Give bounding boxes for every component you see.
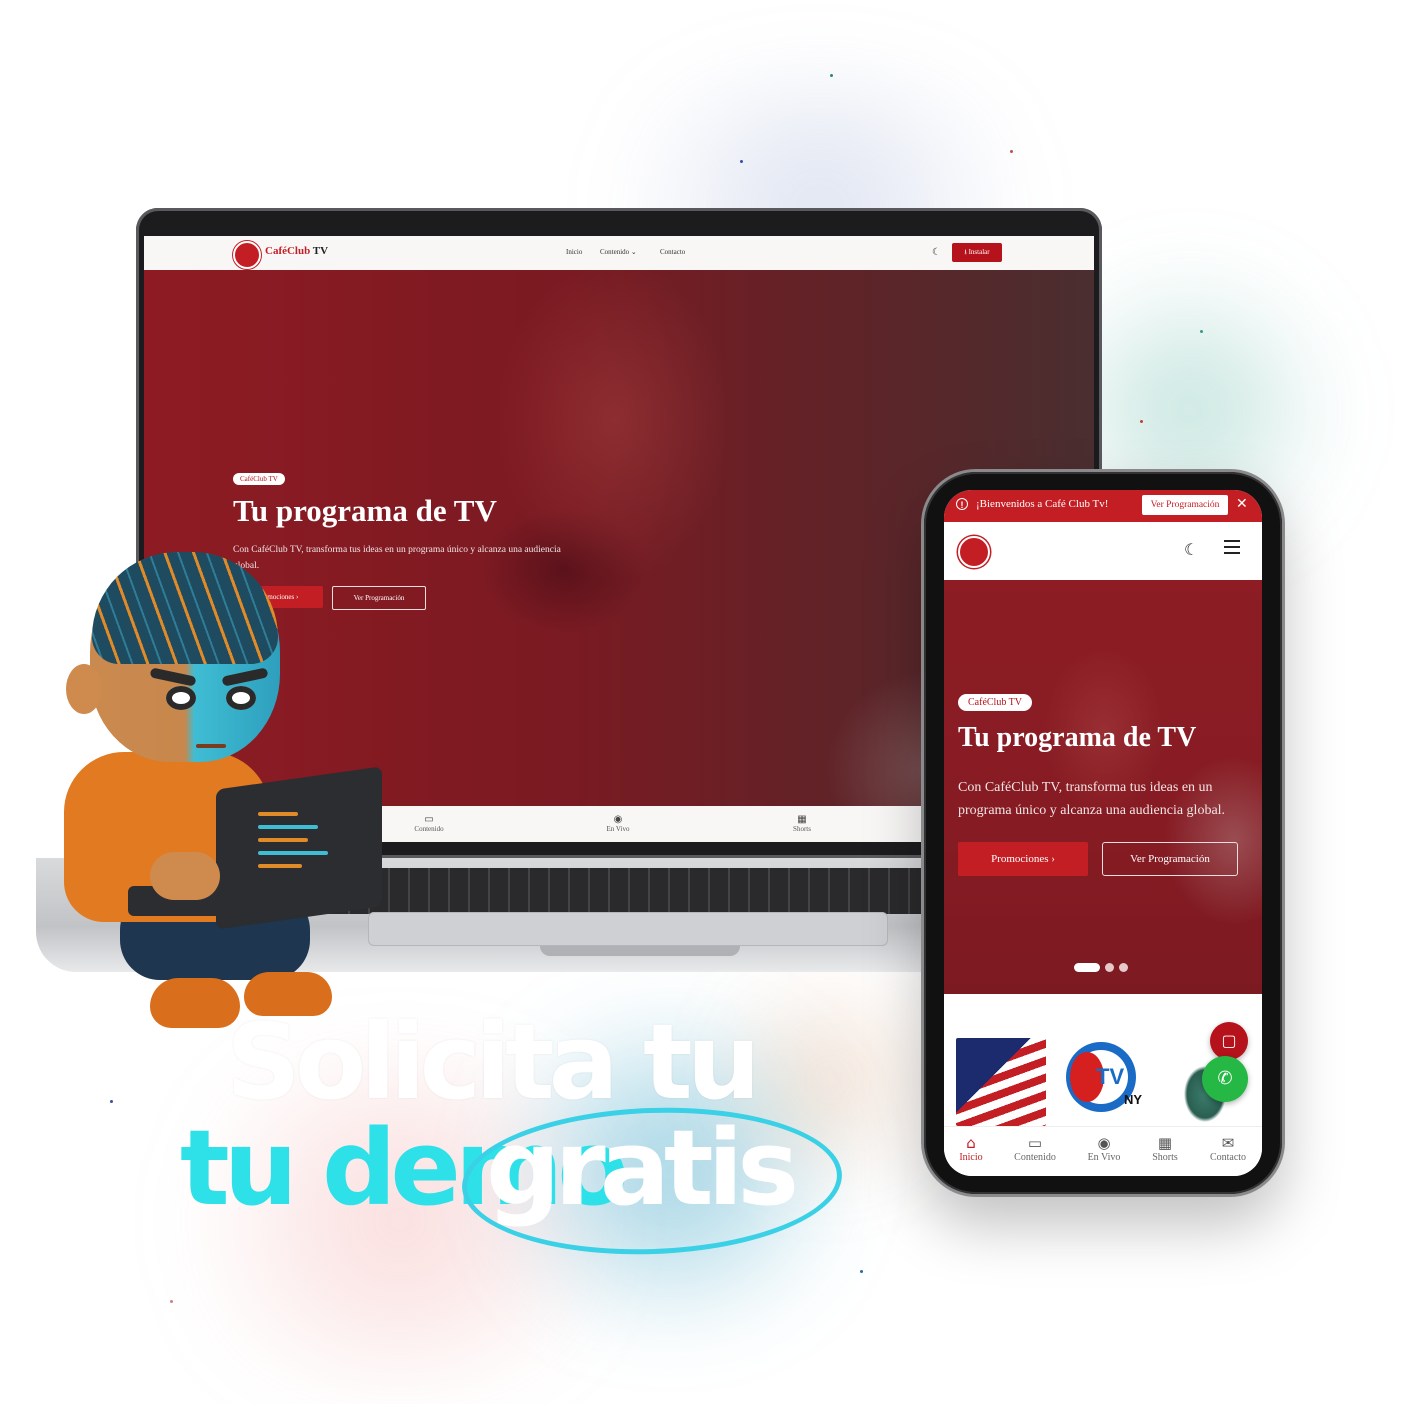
carousel-dot-3[interactable]: [1119, 962, 1128, 972]
broadcast-icon: ◉: [1097, 1134, 1111, 1152]
bottom-nav-label: Shorts: [793, 825, 811, 833]
moon-icon[interactable]: ☾: [932, 247, 941, 258]
headline-line-1: Solicita tu: [226, 1001, 761, 1123]
brand-prefix: CaféClub: [265, 245, 311, 257]
film-icon: ▦: [1157, 1134, 1173, 1152]
banner-ver-programacion-button[interactable]: Ver Programación: [1142, 495, 1228, 515]
partner-logo-tv: TV: [1096, 1064, 1125, 1089]
close-icon[interactable]: ✕: [1236, 496, 1248, 512]
splash-dot: [110, 1100, 113, 1103]
splash-dot: [860, 1270, 863, 1273]
brand-suffix: TV: [312, 245, 329, 257]
nav-link-contacto[interactable]: Contacto: [660, 248, 685, 256]
install-label: Instalar: [968, 248, 990, 256]
bottom-nav-label: Contacto: [1209, 1152, 1247, 1163]
bottom-nav-label: En Vivo: [1087, 1152, 1121, 1163]
welcome-banner: ! ¡Bienvenidos a Café Club Tv! Ver Progr…: [944, 490, 1262, 522]
welcome-text: ¡Bienvenidos a Café Club Tv!: [976, 498, 1109, 510]
bottom-nav-label: Contenido: [414, 825, 444, 833]
hero-badge: CaféClub TV: [233, 473, 285, 485]
chevron-right-icon: ›: [1051, 853, 1055, 865]
nav-link-contenido[interactable]: Contenido ⌄: [600, 248, 637, 256]
splash-dot: [740, 160, 743, 163]
bottom-nav-contenido[interactable]: ▭ Contenido: [1004, 1134, 1066, 1164]
film-icon: ▦: [797, 814, 807, 825]
install-button[interactable]: ⭳ Instalar: [952, 243, 1002, 262]
phone-screen: ! ¡Bienvenidos a Café Club Tv! Ver Progr…: [944, 490, 1262, 1176]
hero-title: Tu programa de TV: [958, 722, 1197, 753]
cafeclub-logo[interactable]: [958, 536, 990, 568]
bottom-nav-contenido[interactable]: ▭ Contenido: [399, 814, 459, 833]
carousel-dot-1[interactable]: [1074, 962, 1100, 972]
mascot-hand: [150, 852, 220, 900]
chevron-right-icon: ›: [295, 593, 299, 601]
hero-title: Tu programa de TV: [233, 493, 497, 528]
hero-subtitle: Con CaféClub TV, transforma tus ideas en…: [233, 545, 561, 571]
splash-dot: [1140, 420, 1143, 423]
bottom-nav-en-vivo[interactable]: ◉ En Vivo: [1073, 1134, 1135, 1164]
mascot-eye: [166, 686, 196, 710]
mascot-eye: [226, 686, 256, 710]
tv-icon: ▭: [1027, 1134, 1043, 1152]
bottom-nav-shorts[interactable]: ▦ Shorts: [772, 814, 832, 833]
mascot-mouth: [196, 744, 226, 748]
bottom-nav-label: En Vivo: [606, 825, 630, 833]
mascot-code-lines: [258, 812, 338, 877]
bottom-nav-label: Contenido: [1014, 1152, 1056, 1163]
info-icon: !: [956, 498, 968, 510]
whatsapp-button[interactable]: ✆: [1202, 1056, 1248, 1102]
broadcast-icon: ◉: [613, 814, 623, 825]
whatsapp-icon: ✆: [1217, 1068, 1233, 1089]
mascot-ear: [66, 664, 102, 714]
splash-dot: [170, 1300, 173, 1303]
bottom-nav-shorts[interactable]: ▦ Shorts: [1134, 1134, 1196, 1164]
chat-button[interactable]: ▢: [1210, 1022, 1248, 1060]
hero-banner: CaféClub TV Tu programa de TV Con CaféCl…: [944, 580, 1262, 994]
promociones-button[interactable]: Promociones ›: [958, 842, 1088, 876]
cafeclub-logo[interactable]: [233, 241, 261, 269]
ver-programacion-button[interactable]: Ver Programación: [332, 586, 426, 610]
hero-subtitle: Con CaféClub TV, transforma tus ideas en…: [958, 780, 1226, 818]
download-icon: ⭳: [964, 248, 967, 256]
bottom-nav-label: Inicio: [959, 1152, 983, 1163]
ver-programacion-button[interactable]: Ver Programación: [1102, 842, 1238, 876]
nav-link-inicio[interactable]: Inicio: [566, 248, 582, 256]
tv-icon: ▭: [424, 814, 434, 825]
phone-header: ☾: [944, 522, 1262, 580]
bottom-nav-inicio[interactable]: ⌂ Inicio: [944, 1134, 1002, 1164]
partner-tv-logo: TV NY: [1066, 1042, 1142, 1112]
promociones-label: Promociones: [991, 853, 1049, 865]
laptop-notch: [540, 946, 740, 956]
splash-dot: [1010, 150, 1013, 153]
splash-dot: [1200, 330, 1203, 333]
brand-name[interactable]: CaféClub TV: [265, 245, 328, 257]
carousel-indicators: [1074, 958, 1133, 976]
bottom-nav-contacto[interactable]: ✉ Contacto: [1197, 1134, 1259, 1164]
laptop-navbar: CaféClub TV Inicio Contenido ⌄ Contacto …: [144, 236, 1094, 271]
carousel-dot-2[interactable]: [1105, 962, 1114, 972]
us-flag-image: [956, 1038, 1046, 1126]
laptop-trackpad: [368, 912, 888, 946]
home-icon: ⌂: [966, 1134, 976, 1152]
chevron-down-icon: ⌄: [630, 248, 637, 256]
hero-badge: CaféClub TV: [958, 694, 1032, 711]
splash-dot: [830, 74, 833, 77]
chat-icon: ▢: [1221, 1031, 1237, 1050]
mail-icon: ✉: [1221, 1134, 1235, 1152]
bottom-nav-en-vivo[interactable]: ◉ En Vivo: [588, 814, 648, 833]
partner-logo-ny: NY: [1124, 1092, 1143, 1107]
moon-icon[interactable]: ☾: [1184, 540, 1198, 560]
hamburger-menu-icon[interactable]: [1224, 540, 1240, 554]
bottom-nav-label: Shorts: [1152, 1152, 1178, 1163]
nav-link-contenido-label: Contenido: [600, 248, 630, 256]
phone-bottom-nav: ⌂ Inicio ▭ Contenido ◉ En Vivo ▦ Shorts ✉ Con…: [944, 1126, 1262, 1176]
headline-tu: tu: [180, 1107, 298, 1229]
